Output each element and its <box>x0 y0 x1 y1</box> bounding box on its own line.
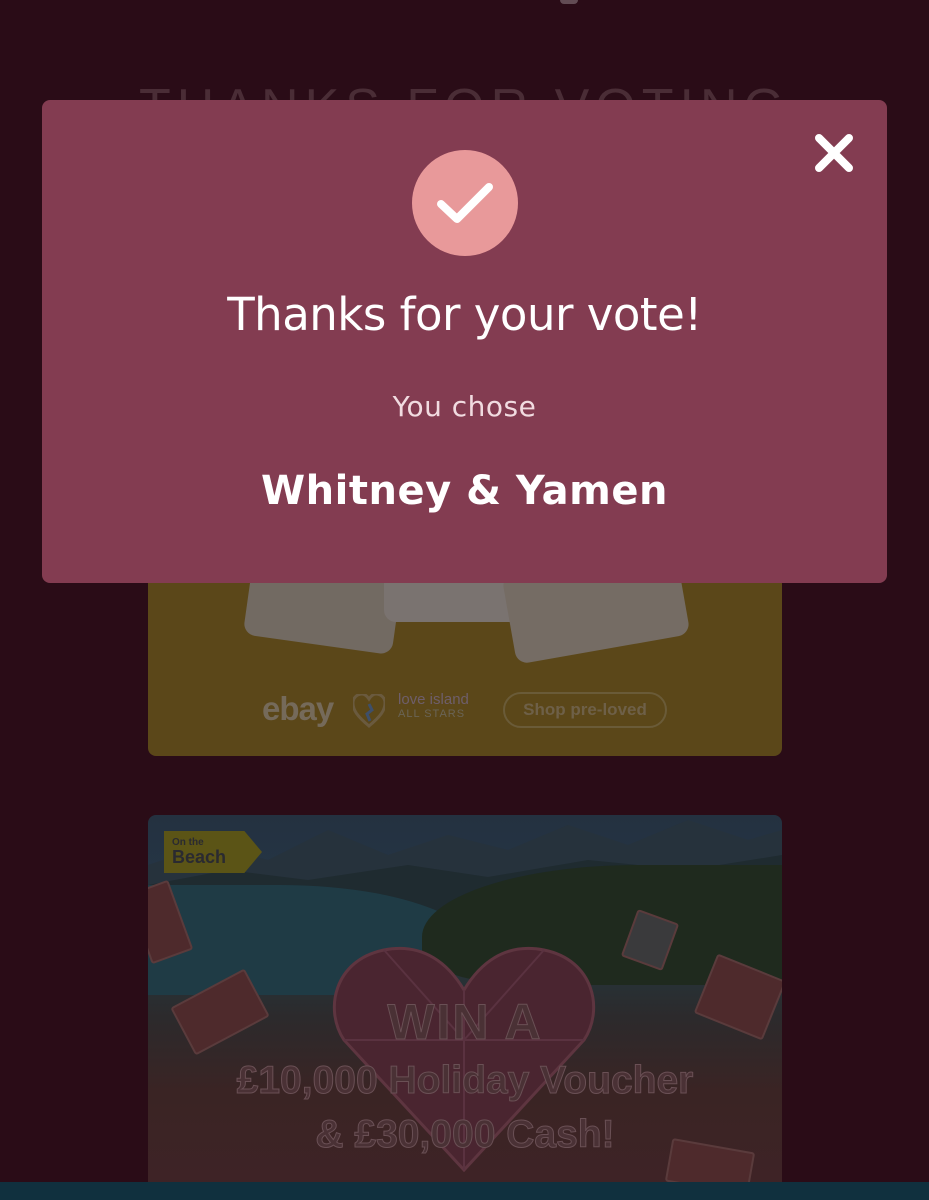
love-island-logo: love island ALL STARS <box>398 692 469 722</box>
on-the-beach-banner[interactable]: On the Beach WIN A £10,000 Holiday Vouch… <box>148 815 782 1183</box>
badge-big-text: Beach <box>172 847 227 867</box>
promo-line-2: £10,000 Holiday Voucher <box>236 1059 694 1103</box>
love-island-heart-icon <box>353 694 385 728</box>
love-island-subtitle: ALL STARS <box>398 708 466 720</box>
close-icon <box>815 134 853 172</box>
selected-couple: Whitney & Yamen <box>261 468 668 514</box>
checkmark-icon <box>437 183 493 223</box>
modal-title: Thanks for your vote! <box>227 288 702 341</box>
promo-line-3: & £30,000 Cash! <box>315 1113 615 1157</box>
ebay-logo: ebay <box>262 690 334 727</box>
success-badge <box>412 150 518 256</box>
modal-subtitle: You chose <box>392 390 537 423</box>
love-island-title: love island <box>398 691 469 708</box>
vote-confirmation-modal: Thanks for your vote! You chose Whitney … <box>42 100 887 583</box>
ebay-banner[interactable]: ebay love island ALL STARS Shop pre-love… <box>148 560 782 756</box>
close-button[interactable] <box>811 130 857 176</box>
shop-pre-loved-button[interactable]: Shop pre-loved <box>503 692 667 728</box>
status-indicator <box>560 0 578 4</box>
bottom-bar <box>0 1182 929 1200</box>
on-the-beach-logo: On the Beach <box>164 831 262 873</box>
promo-line-1: WIN A <box>387 994 543 1051</box>
